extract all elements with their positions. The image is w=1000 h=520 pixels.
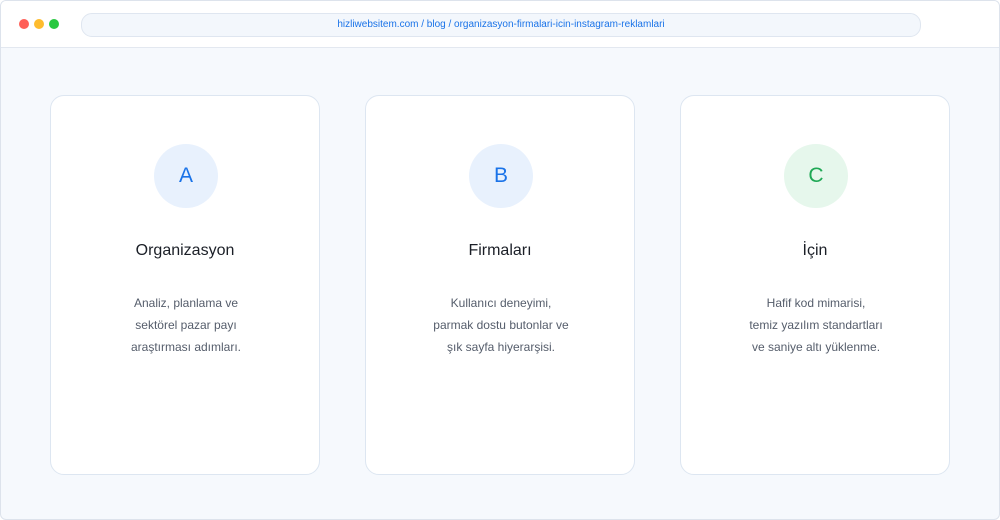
- card-description: Hafif kod mimarisi, temiz yazılım standa…: [701, 292, 931, 358]
- description-line: sektörel pazar payı: [135, 318, 237, 332]
- card-description: Kullanıcı deneyimi, parmak dostu butonla…: [386, 292, 616, 358]
- card-description: Analiz, planlama ve sektörel pazar payı …: [71, 292, 301, 358]
- window-close-button[interactable]: [19, 19, 29, 29]
- letter-badge: B: [469, 144, 533, 208]
- description-line: şık sayfa hiyerarşisi.: [446, 340, 556, 354]
- window-maximize-button[interactable]: [49, 19, 59, 29]
- card-title: Organizasyon: [135, 242, 235, 259]
- description-line: araştırması adımları.: [130, 340, 242, 354]
- address-bar[interactable]: hizliwebsitem.com / blog / organizasyon-…: [81, 13, 921, 37]
- description-line: parmak dostu butonlar ve: [433, 318, 569, 332]
- window-minimize-button[interactable]: [34, 19, 44, 29]
- description-line: temiz yazılım standartları: [749, 318, 883, 332]
- description-line: Hafif kod mimarisi,: [766, 296, 866, 310]
- feature-card-a: A Organizasyon Analiz, planlama ve sektö…: [50, 95, 320, 475]
- page-content: A Organizasyon Analiz, planlama ve sektö…: [1, 48, 999, 519]
- letter-badge: C: [784, 144, 848, 208]
- browser-window: hizliwebsitem.com / blog / organizasyon-…: [0, 0, 1000, 520]
- feature-card-c: C İçin Hafif kod mimarisi, temiz yazılım…: [680, 95, 950, 475]
- description-line: Kullanıcı deneyimi,: [450, 296, 552, 310]
- description-line: Analiz, planlama ve: [133, 296, 239, 310]
- browser-titlebar: hizliwebsitem.com / blog / organizasyon-…: [1, 1, 999, 48]
- card-title: Firmaları: [468, 242, 532, 259]
- description-line: ve saniye altı yüklenme.: [751, 340, 881, 354]
- feature-card-b: B Firmaları Kullanıcı deneyimi, parmak d…: [365, 95, 635, 475]
- card-title: İçin: [802, 242, 828, 259]
- letter-badge: A: [154, 144, 218, 208]
